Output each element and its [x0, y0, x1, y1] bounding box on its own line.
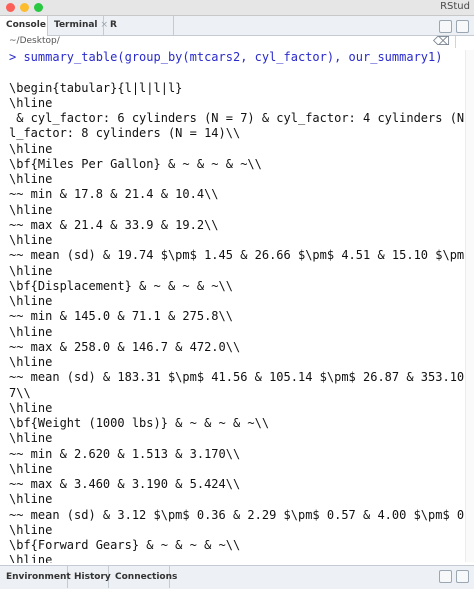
console-output-line: ~~ max & 258.0 & 146.7 & 472.0\\ [9, 339, 241, 354]
pane-tabbar: Console Terminal× R Markdown× [0, 16, 474, 49]
tab-environment-label: Environment [6, 572, 71, 582]
tab-environment[interactable]: Environment [0, 566, 71, 588]
console-output-line: 7\\ [9, 385, 31, 400]
console-output-line: \bf{Displacement} & ~ & ~ & ~\\ [9, 278, 233, 293]
console-output-line: ~~ mean (sd) & 19.74 $\pm$ 1.45 & 26.66 … [9, 248, 474, 263]
console-output-line: \begin{tabular}{l|l|l|l} [9, 80, 183, 95]
window-title: RStud [440, 1, 470, 12]
tab-terminal[interactable]: Terminal × [48, 16, 108, 35]
minimize-window-icon[interactable] [20, 3, 29, 12]
console-output-line: \hline [9, 553, 53, 563]
close-window-icon[interactable] [6, 3, 15, 12]
tab-terminal-label: Terminal [54, 20, 98, 30]
console-output-line: \hline [9, 141, 53, 156]
console-output-line: \hline [9, 95, 53, 110]
divider [455, 36, 456, 48]
tab-history[interactable]: History [68, 566, 111, 588]
console-scrollbar[interactable] [465, 50, 474, 562]
tab-console-label: Console [6, 20, 46, 30]
console-output-line: \hline [9, 522, 53, 537]
console-output-line: ~~ max & 3.460 & 3.190 & 5.424\\ [9, 477, 241, 491]
console-output-line: \hline [9, 355, 53, 369]
console-output-line: \hline [9, 400, 53, 415]
tab-console[interactable]: Console [0, 16, 48, 36]
working-directory[interactable]: ~/Desktop/ [9, 36, 60, 46]
console-command-line: > summary_table(group_by(mtcars2, cyl_fa… [9, 50, 443, 64]
console-output-line: & cyl_factor: 6 cylinders (N = 7) & cyl_… [16, 111, 474, 125]
minimize-pane-button[interactable] [439, 570, 452, 583]
tab-connections[interactable]: Connections [109, 566, 177, 588]
console-output-line: \hline [9, 294, 53, 308]
console-output-line: \hline [9, 492, 53, 507]
console-output-line: \hline [9, 324, 53, 339]
tab-r-markdown[interactable]: R Markdown× [104, 16, 174, 49]
console-output-line: \bf{Weight (1000 lbs)} & ~ & ~ & ~\\ [9, 416, 270, 430]
console-output-line: ~~ mean (sd) & 3.12 $\pm$ 0.36 & 2.29 $\… [9, 507, 474, 522]
console-output-line: \hline [9, 233, 53, 247]
console-output-line: \hline [9, 202, 53, 217]
console-output-line: l_factor: 8 cylinders (N = 14)\\ [9, 126, 241, 141]
console-output-line: \bf{Miles Per Gallon} & ~ & ~ & ~\\ [9, 156, 262, 171]
console-output-line: \bf{Forward Gears} & ~ & ~ & ~\\ [9, 538, 241, 552]
tab-history-label: History [74, 572, 111, 582]
tab-connections-label: Connections [115, 572, 178, 582]
maximize-pane-button[interactable] [456, 20, 469, 33]
console-output-line: \hline [9, 431, 53, 446]
zoom-window-icon[interactable] [34, 3, 43, 12]
console-output-line: \hline [9, 263, 53, 278]
console-pathbar: ~/Desktop/ ⌫ [0, 34, 474, 48]
console-output-line: ~~ max & 21.4 & 33.9 & 19.2\\ [9, 217, 219, 232]
maximize-pane-button[interactable] [456, 570, 469, 583]
console-output-line: ~~ mean (sd) & 183.31 $\pm$ 41.56 & 105.… [9, 370, 474, 385]
minimize-pane-button[interactable] [439, 20, 452, 33]
console-output-line: ~~ min & 145.0 & 71.1 & 275.8\\ [9, 309, 233, 324]
console-output-line: \hline [9, 461, 53, 476]
console-output-line: ~~ min & 17.8 & 21.4 & 10.4\\ [9, 187, 219, 202]
console-output-line: \hline [9, 172, 53, 186]
console-output-line: ~~ min & 2.620 & 1.513 & 3.170\\ [9, 446, 241, 461]
window-controls [6, 3, 43, 12]
clear-console-icon[interactable]: ⌫ [433, 34, 450, 48]
window-titlebar: RStud [0, 0, 474, 16]
bottom-pane-tabbar: Environment History Connections [0, 565, 474, 589]
console-output[interactable]: > summary_table(group_by(mtcars2, cyl_fa… [0, 49, 474, 563]
